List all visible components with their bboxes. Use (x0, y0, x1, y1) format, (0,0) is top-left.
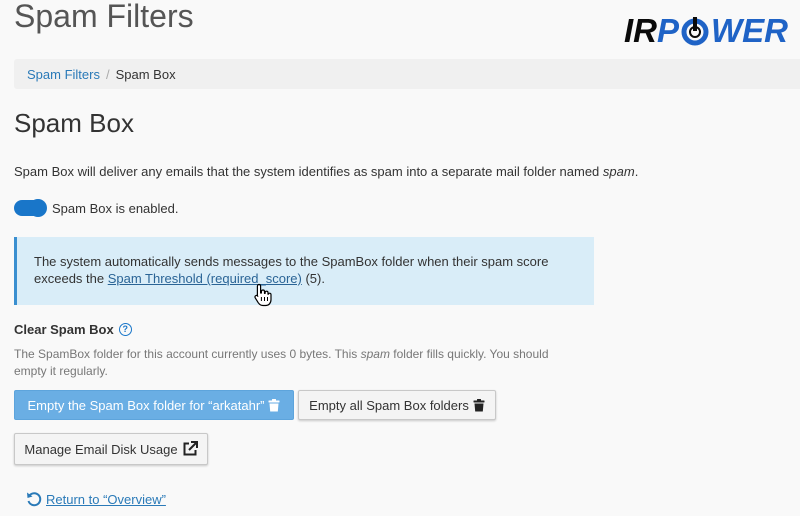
spam-box-description: Spam Box will deliver any emails that th… (14, 163, 638, 181)
empty-account-button-label: Empty the Spam Box folder for “arkatahr” (27, 397, 265, 413)
empty-all-spam-box-button[interactable]: Empty all Spam Box folders (298, 390, 496, 420)
logo-text-ir: IR (623, 12, 657, 49)
irpower-logo: IR P WER (623, 12, 788, 49)
breadcrumb-link-spam-filters[interactable]: Spam Filters (27, 67, 100, 82)
manage-disk-button-label: Manage Email Disk Usage (24, 441, 178, 457)
question-circle-icon[interactable]: ? (118, 323, 132, 336)
description-end: . (634, 164, 639, 179)
spam-threshold-link[interactable]: Spam Threshold (required_score) (108, 271, 302, 286)
empty-account-spam-box-button[interactable]: Empty the Spam Box folder for “arkatahr” (14, 390, 294, 420)
spam-box-toggle[interactable] (14, 199, 47, 217)
breadcrumb-current: Spam Box (115, 66, 176, 82)
hand-pointer-cursor-icon (254, 283, 272, 307)
spam-box-toggle-row: Spam Box is enabled. (14, 199, 179, 217)
return-link-label: Return to “Overview” (46, 491, 166, 507)
description-folder-name: spam (602, 164, 635, 179)
power-icon (681, 17, 709, 46)
trash-icon (473, 398, 485, 411)
info-text-suffix: (5). (301, 271, 325, 286)
external-link-icon (183, 441, 198, 456)
return-to-overview-link[interactable]: Return to “Overview” (26, 491, 166, 507)
toggle-knob (29, 199, 47, 217)
note-folder-name: spam (360, 347, 390, 361)
info-alert: The system automatically sends messages … (14, 237, 594, 305)
clear-spam-box-heading: Clear Spam Box ? (14, 322, 132, 337)
logo-text-wer: WER (711, 12, 788, 49)
toggle-label: Spam Box is enabled. (52, 200, 179, 216)
page-title: Spam Filters (14, 0, 194, 34)
manage-email-disk-usage-button[interactable]: Manage Email Disk Usage (14, 433, 208, 465)
trash-icon (268, 398, 280, 411)
empty-all-button-label: Empty all Spam Box folders (309, 397, 469, 413)
info-text-prefix: exceeds the (34, 271, 108, 286)
description-text: Spam Box will deliver any emails that th… (14, 164, 603, 179)
breadcrumb: Spam Filters / Spam Box (14, 59, 800, 89)
info-text-line2: exceeds the Spam Threshold (required_sco… (34, 270, 594, 287)
spam-box-usage-note: The SpamBox folder for this account curr… (14, 346, 574, 380)
clear-spam-box-title: Clear Spam Box (14, 322, 114, 337)
logo-text-p: P (656, 12, 679, 49)
breadcrumb-separator: / (105, 66, 110, 82)
undo-arrow-icon (27, 492, 42, 507)
info-text-line1: The system automatically sends messages … (34, 254, 549, 269)
section-title: Spam Box (14, 108, 134, 138)
page: Spam Filters IR P WER Spam Filters / Spam… (0, 0, 800, 516)
note-text: The SpamBox folder for this account curr… (14, 347, 361, 361)
